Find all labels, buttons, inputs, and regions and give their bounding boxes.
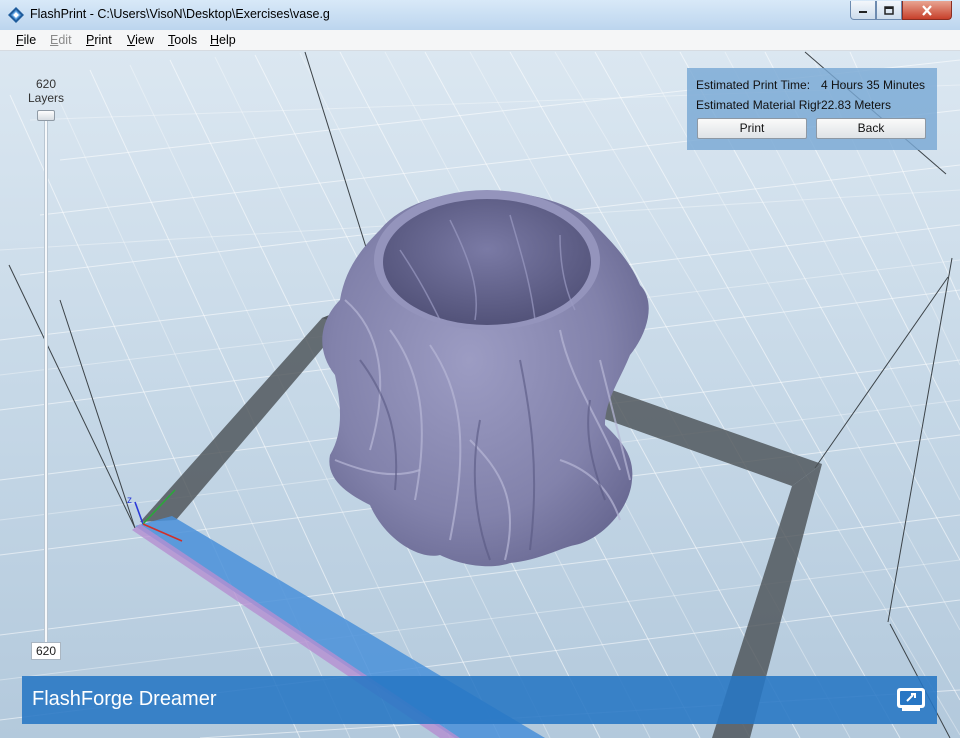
menu-bar: File Edit Print View Tools Help [0,30,960,51]
menu-help[interactable]: Help [210,33,236,47]
print-time-label: Estimated Print Time: [696,78,811,92]
flashprint-window: FlashPrint - C:\Users\VisoN\Desktop\Exer… [0,0,960,738]
z-axis-label: z [127,495,132,506]
material-value: 22.83 Meters [821,98,892,112]
minimize-button[interactable] [850,1,876,20]
machine-settings-icon[interactable] [896,686,926,712]
print-button[interactable]: Print [697,118,807,139]
layer-slider-thumb[interactable] [37,110,55,121]
print-time-row: Estimated Print Time: 4 Hours 35 Minutes [696,78,925,92]
material-label: Estimated Material Right [696,98,821,112]
minimize-icon [859,11,867,13]
layer-count-top: 620 [35,77,57,91]
printer-name: FlashForge Dreamer [32,688,217,710]
title-bar[interactable]: FlashPrint - C:\Users\VisoN\Desktop\Exer… [0,0,960,31]
print-time-value: 4 Hours 35 Minutes [821,78,926,92]
close-icon [922,4,932,16]
menu-file[interactable]: File [16,33,36,47]
window-title: FlashPrint - C:\Users\VisoN\Desktop\Exer… [30,7,330,21]
layer-slider-track[interactable] [44,115,48,645]
back-button[interactable]: Back [816,118,926,139]
layer-number-input[interactable]: 620 [31,642,61,660]
layers-label: Layers [27,91,65,105]
close-button[interactable] [902,1,952,20]
maximize-icon [884,5,894,15]
menu-print[interactable]: Print [86,33,112,47]
3d-viewport[interactable]: z 620 Layers 620 Estimated Print Time: 4… [0,51,960,738]
scene-canvas: z [0,51,960,738]
flashprint-logo-icon [8,7,24,23]
print-info-panel: Estimated Print Time: 4 Hours 35 Minutes … [687,68,937,150]
maximize-button[interactable] [876,1,902,20]
menu-view[interactable]: View [127,33,154,47]
printer-banner: FlashForge Dreamer [22,676,937,724]
menu-edit[interactable]: Edit [50,33,72,47]
menu-tools[interactable]: Tools [168,33,197,47]
material-row: Estimated Material Right22.83 Meters [696,98,891,112]
